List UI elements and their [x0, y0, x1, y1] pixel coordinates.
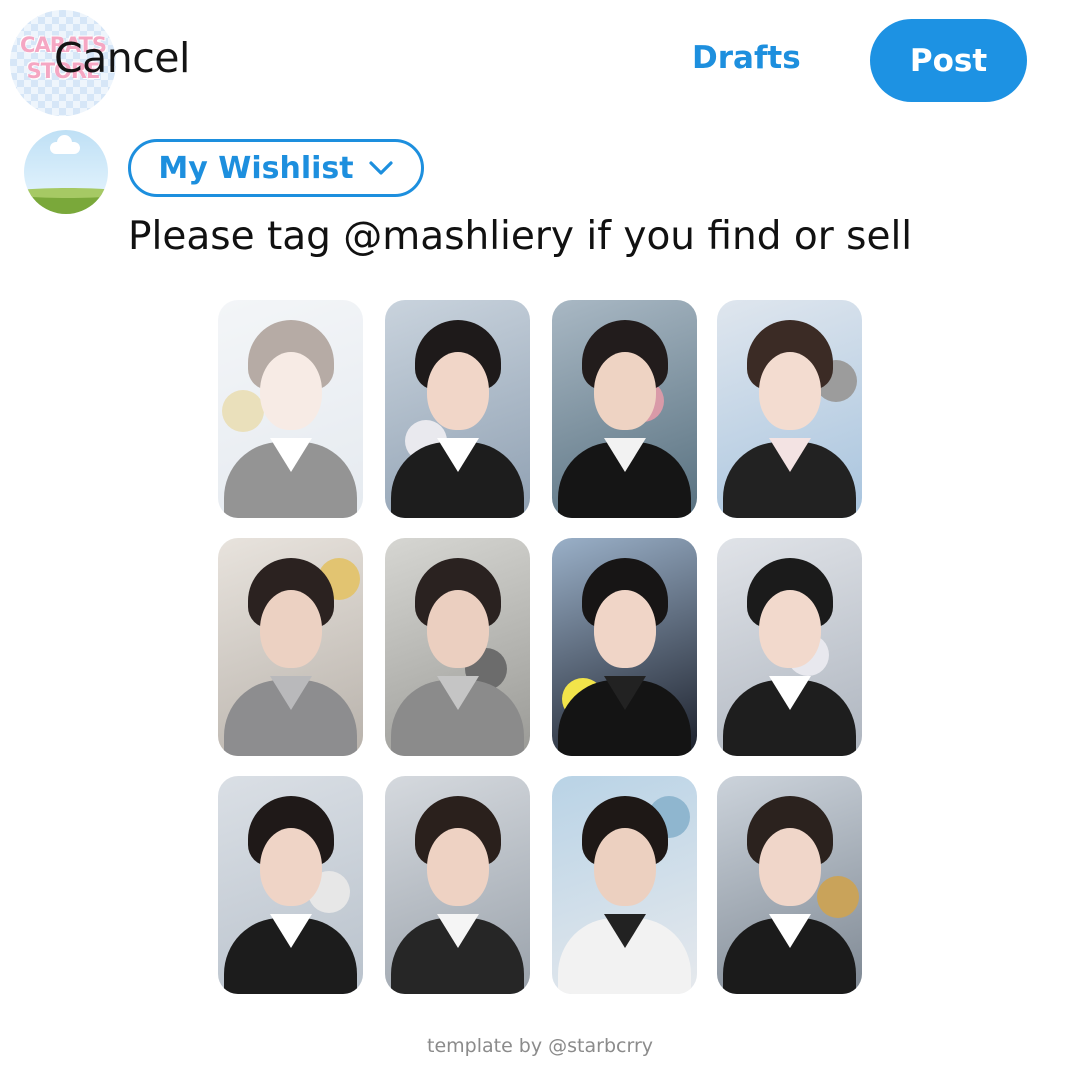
photocard-6[interactable]	[385, 538, 530, 756]
photocard-2[interactable]	[385, 300, 530, 518]
template-credit: template by @starbcrry	[427, 1035, 653, 1057]
photo-figure-face	[427, 352, 489, 430]
photocard-8[interactable]	[717, 538, 862, 756]
photo-figure-face	[260, 590, 322, 668]
audience-selector[interactable]: My Wishlist	[128, 139, 424, 197]
photo-figure-face	[260, 352, 322, 430]
cloud-shape	[50, 135, 80, 154]
photocard-7[interactable]	[552, 538, 697, 756]
hill-shape	[24, 188, 108, 214]
photo-figure-face	[594, 352, 656, 430]
avatar[interactable]	[24, 130, 108, 214]
photo-figure-face	[260, 828, 322, 906]
photo-figure-face	[759, 828, 821, 906]
photocard-4[interactable]	[717, 300, 862, 518]
photo-figure-face	[427, 828, 489, 906]
tweet-text[interactable]: Please tag @mashliery if you find or sel…	[128, 214, 912, 259]
photo-figure-face	[427, 590, 489, 668]
photo-figure-face	[759, 352, 821, 430]
photocard-grid	[218, 300, 862, 997]
post-button[interactable]: Post	[870, 19, 1027, 102]
photo-prop	[817, 876, 859, 918]
drafts-button[interactable]: Drafts	[692, 40, 801, 76]
compose-screen: CARATS STORE Cancel Drafts Post My Wishl…	[0, 0, 1080, 1080]
photocard-5[interactable]	[218, 538, 363, 756]
photocard-9[interactable]	[218, 776, 363, 994]
photocard-3[interactable]	[552, 300, 697, 518]
photo-figure-face	[594, 828, 656, 906]
photo-figure-face	[759, 590, 821, 668]
photocard-12[interactable]	[717, 776, 862, 994]
cancel-button[interactable]: Cancel	[54, 34, 190, 82]
photocard-1[interactable]	[218, 300, 363, 518]
photo-prop	[222, 390, 264, 432]
chevron-down-icon	[369, 161, 393, 175]
photocard-11[interactable]	[552, 776, 697, 994]
audience-label: My Wishlist	[158, 150, 354, 186]
photo-figure-face	[594, 590, 656, 668]
photocard-10[interactable]	[385, 776, 530, 994]
